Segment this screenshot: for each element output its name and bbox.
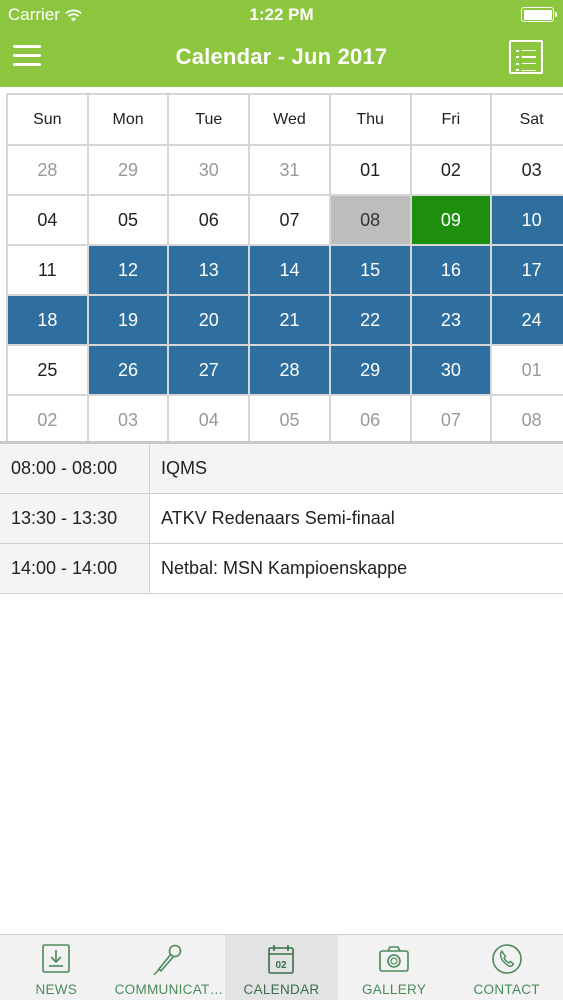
calendar-day-cell[interactable]: 30 <box>167 144 251 196</box>
calendar-day-cell[interactable]: 25 <box>6 344 89 396</box>
calendar-day-cell[interactable]: 03 <box>490 144 563 196</box>
weekday-header-fri: Fri <box>409 93 493 146</box>
weekday-header-sat: Sat <box>490 93 563 146</box>
battery-icon <box>521 7 557 22</box>
calendar-week-row: 25 26 27 28 29 30 01 <box>6 344 563 396</box>
tab-bar: NEWS COMMUNICATI... 02 CALENDAR GALLERY CONTA… <box>0 934 563 1000</box>
calendar-day-cell[interactable]: 01 <box>328 144 412 196</box>
list-view-icon[interactable] <box>509 40 543 74</box>
calendar-day-cell[interactable]: 22 <box>328 294 412 346</box>
calendar-day-cell[interactable]: 07 <box>248 194 331 246</box>
event-row[interactable]: 13:30 - 13:30 ATKV Redenaars Semi-finaal <box>0 494 563 544</box>
calendar-day-cell[interactable]: 09 <box>409 194 493 246</box>
calendar-day-cell[interactable]: 17 <box>490 244 563 296</box>
calendar-day-cell[interactable]: 02 <box>409 144 493 196</box>
tab-news[interactable]: NEWS <box>0 935 113 1000</box>
calendar-day-cell[interactable]: 12 <box>86 244 170 296</box>
calendar-day-cell[interactable]: 16 <box>409 244 493 296</box>
calendar-day-cell[interactable]: 01 <box>490 344 563 396</box>
weekday-header-row: Sun Mon Tue Wed Thu Fri Sat <box>6 93 563 146</box>
weekday-header-sun: Sun <box>6 93 89 146</box>
microphone-icon <box>152 942 186 976</box>
calendar-day-cell[interactable]: 21 <box>248 294 331 346</box>
tab-communicati[interactable]: COMMUNICATI... <box>113 935 226 1000</box>
app-header: Carrier 1:22 PM Calendar - Jun 2017 <box>0 0 563 87</box>
camera-icon <box>377 942 411 976</box>
tab-contact[interactable]: CONTACT <box>450 935 563 1000</box>
calendar-day-cell[interactable]: 04 <box>167 394 251 446</box>
calendar-day-cell[interactable]: 08 <box>490 394 563 446</box>
calendar-day-cell[interactable]: 11 <box>6 244 89 296</box>
calendar-day-cell[interactable]: 05 <box>248 394 331 446</box>
phone-icon <box>490 942 524 976</box>
calendar-day-cell[interactable]: 20 <box>167 294 251 346</box>
calendar-icon: 02 <box>264 942 298 976</box>
tab-label: CALENDAR <box>243 982 320 997</box>
tab-label: NEWS <box>35 982 78 997</box>
tab-gallery[interactable]: GALLERY <box>338 935 451 1000</box>
calendar-day-cell[interactable]: 27 <box>167 344 251 396</box>
calendar-day-cell[interactable]: 03 <box>86 394 170 446</box>
weekday-header-wed: Wed <box>248 93 331 146</box>
status-time: 1:22 PM <box>249 5 314 24</box>
calendar-day-cell[interactable]: 08 <box>328 194 412 246</box>
nav-bar: Calendar - Jun 2017 <box>0 30 563 87</box>
weekday-header-mon: Mon <box>86 93 170 146</box>
calendar-week-row: 11 12 13 14 15 16 17 <box>6 244 563 296</box>
weekday-header-thu: Thu <box>328 93 412 146</box>
calendar-week-row: 28 29 30 31 01 02 03 <box>6 144 563 196</box>
calendar-day-cell[interactable]: 06 <box>328 394 412 446</box>
calendar-day-cell[interactable]: 31 <box>248 144 331 196</box>
event-title: Netbal: MSN Kampioenskappe <box>150 544 563 593</box>
page-title: Calendar - Jun 2017 <box>175 44 388 69</box>
calendar-day-cell[interactable]: 07 <box>409 394 493 446</box>
event-list: 08:00 - 08:00 IQMS 13:30 - 13:30 ATKV Reden… <box>0 444 563 594</box>
calendar-day-cell[interactable]: 26 <box>86 344 170 396</box>
event-row[interactable]: 08:00 - 08:00 IQMS <box>0 444 563 494</box>
event-title: IQMS <box>150 444 563 493</box>
calendar-week-row: 02 03 04 05 06 07 08 <box>6 394 563 446</box>
calendar-body: 28 29 30 31 01 02 03 04 05 06 07 08 09 10 11 12 13 14 15 16… <box>6 144 563 446</box>
calendar-day-cell[interactable]: 29 <box>328 344 412 396</box>
tab-label: CONTACT <box>473 982 540 997</box>
calendar-day-cell[interactable]: 23 <box>409 294 493 346</box>
event-row[interactable]: 14:00 - 14:00 Netbal: MSN Kampioenskappe <box>0 544 563 594</box>
calendar-day-cell[interactable]: 14 <box>248 244 331 296</box>
event-time: 13:30 - 13:30 <box>0 494 150 543</box>
event-title: ATKV Redenaars Semi-finaal <box>150 494 563 543</box>
calendar-day-cell[interactable]: 06 <box>167 194 251 246</box>
calendar-day-cell[interactable]: 28 <box>6 144 89 196</box>
calendar-day-cell[interactable]: 05 <box>86 194 170 246</box>
calendar-day-cell[interactable]: 10 <box>490 194 563 246</box>
tab-label: COMMUNICATI... <box>114 982 226 997</box>
event-time: 08:00 - 08:00 <box>0 444 150 493</box>
calendar-week-row: 18 19 20 21 22 23 24 <box>6 294 563 346</box>
calendar-day-cell[interactable]: 13 <box>167 244 251 296</box>
calendar-day-cell[interactable]: 18 <box>6 294 89 346</box>
calendar-day-cell[interactable]: 30 <box>409 344 493 396</box>
calendar-day-cell[interactable]: 19 <box>86 294 170 346</box>
calendar-week-row: 04 05 06 07 08 09 10 <box>6 194 563 246</box>
calendar-day-cell[interactable]: 29 <box>86 144 170 196</box>
calendar-day-cell[interactable]: 28 <box>248 344 331 396</box>
tab-label: GALLERY <box>362 982 427 997</box>
calendar-day-cell[interactable]: 04 <box>6 194 89 246</box>
tab-calendar[interactable]: 02 CALENDAR <box>225 935 338 1000</box>
calendar-day-cell[interactable]: 02 <box>6 394 89 446</box>
weekday-header-tue: Tue <box>167 93 251 146</box>
svg-text:02: 02 <box>276 960 288 971</box>
calendar-day-cell[interactable]: 24 <box>490 294 563 346</box>
calendar-grid: Sun Mon Tue Wed Thu Fri Sat 28 29 30 31 01 02 03 04 05… <box>6 93 563 446</box>
status-bar: Carrier 1:22 PM <box>0 0 563 30</box>
calendar-day-cell[interactable]: 15 <box>328 244 412 296</box>
news-icon <box>39 942 73 976</box>
event-time: 14:00 - 14:00 <box>0 544 150 593</box>
